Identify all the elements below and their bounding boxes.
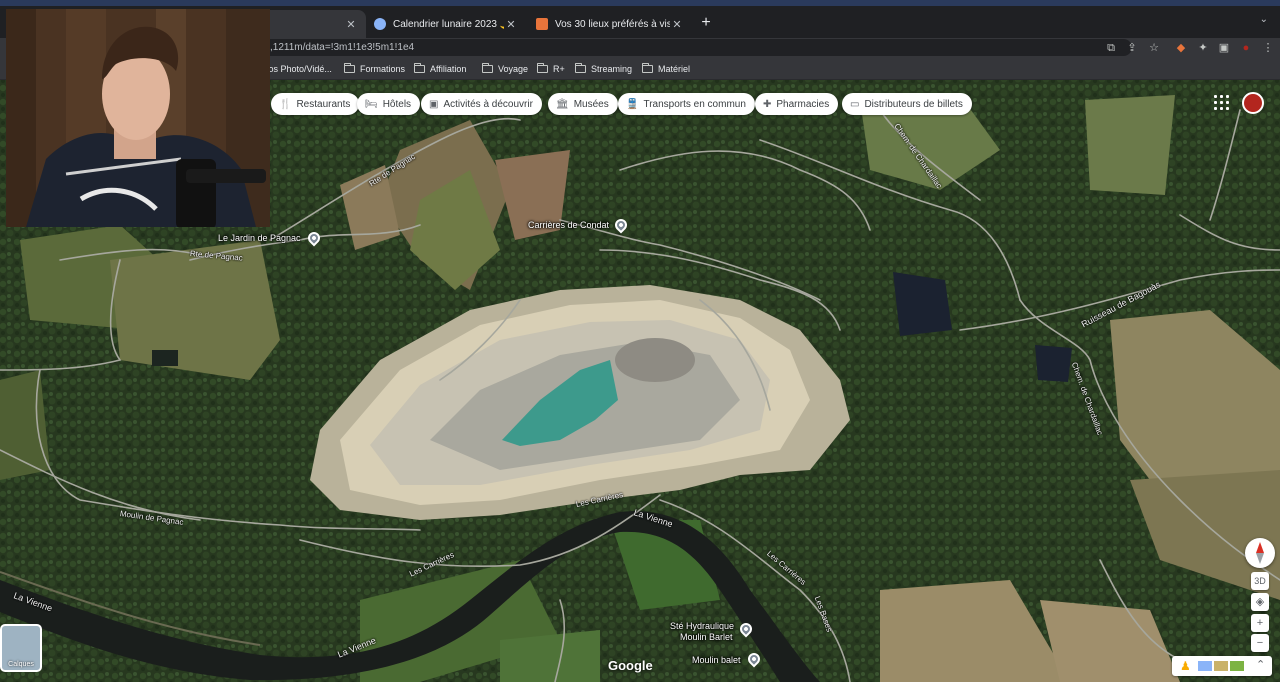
my-location-button[interactable]: ◈ — [1251, 593, 1269, 611]
close-tab-icon[interactable]: ✕ — [504, 18, 518, 31]
place-label-ste-hydraulique[interactable]: Sté Hydraulique — [670, 621, 734, 631]
layers-label: Calques — [8, 661, 34, 668]
quarry-mound — [615, 338, 695, 382]
site-favicon-icon — [536, 18, 548, 30]
bookmark-label: tos Photo/Vidé... — [266, 64, 332, 74]
chip-atms[interactable]: ▭ Distributeurs de billets — [842, 93, 972, 115]
layers-button[interactable]: Calques — [0, 624, 42, 672]
profile-avatar-icon[interactable]: ● — [1238, 40, 1254, 56]
chip-pharmacies[interactable]: ✚ Pharmacies — [755, 93, 839, 115]
museum-icon: 🏛 — [556, 98, 569, 110]
webcam-overlay — [6, 9, 270, 227]
install-app-icon[interactable]: ⧉ — [1103, 40, 1119, 56]
activities-icon: ▣ — [429, 98, 439, 110]
share-icon[interactable]: ⇪ — [1124, 40, 1140, 56]
bookmark-label: Formations — [360, 64, 406, 74]
expand-icon[interactable]: ⌃ — [1256, 658, 1265, 671]
chip-label: Restaurants — [296, 98, 351, 110]
bookmark-folder-streaming[interactable]: Streaming — [574, 61, 633, 77]
folder-icon — [641, 63, 653, 73]
view-3d-button[interactable]: 3D — [1251, 572, 1269, 590]
folder-icon — [536, 63, 548, 73]
pharmacy-icon: ✚ — [763, 98, 772, 110]
bookmark-label: Matériel — [658, 64, 691, 74]
chip-hotels[interactable]: 🛏 Hôtels — [357, 93, 421, 115]
satellite-thumb-icon[interactable] — [1230, 661, 1244, 671]
bookmark-label: Voyage — [498, 64, 529, 74]
google-logo: Google — [608, 658, 653, 673]
place-label-moulin-balet[interactable]: Moulin balet — [692, 655, 741, 665]
pond — [893, 272, 952, 336]
new-tab-button[interactable]: + — [697, 14, 715, 32]
place-label-moulin-barlet[interactable]: Moulin Barlet — [680, 632, 733, 642]
chip-label: Pharmacies — [776, 98, 830, 110]
bookmark-folder-rplus[interactable]: R+ — [536, 61, 565, 77]
bookmark-folder-voyage[interactable]: Voyage — [481, 61, 529, 77]
folder-icon — [413, 63, 425, 73]
terrain-thumb-icon[interactable] — [1214, 661, 1228, 671]
os-top-bar — [0, 0, 1280, 6]
bookmark-folder-affiliation[interactable]: Affiliation — [413, 61, 467, 77]
tab-lieux[interactable]: Vos 30 lieux préférés à visiter ✕ — [528, 10, 692, 38]
place-label-jardin[interactable]: Le Jardin de Pagnac — [218, 233, 301, 243]
chip-label: Musées — [573, 98, 609, 110]
folder-icon — [343, 63, 355, 73]
compass-icon[interactable] — [1245, 538, 1275, 568]
folder-icon — [481, 63, 493, 73]
field — [1085, 95, 1175, 195]
globe-icon — [374, 18, 386, 30]
hotel-icon: 🛏 — [365, 98, 378, 110]
account-avatar[interactable] — [1242, 92, 1264, 114]
close-tab-icon[interactable]: ✕ — [344, 18, 358, 31]
pond — [152, 350, 178, 366]
crosshair-icon: ◈ — [1255, 596, 1265, 608]
pegman-icon[interactable]: ♟ — [1180, 659, 1191, 673]
extensions-puzzle-icon[interactable]: ✦ — [1195, 40, 1211, 56]
chip-label: Hôtels — [382, 98, 412, 110]
menu-kebab-icon[interactable]: ⋮ — [1260, 40, 1276, 56]
browser-window: 🍴 Restaurants 🛏 Hôtels ▣ Activités à découv… — [0, 0, 1280, 682]
chip-activities[interactable]: ▣ Activités à découvrir — [421, 93, 542, 115]
restaurant-icon: 🍴 — [279, 98, 292, 110]
bookmark-folder-materiel[interactable]: Matériel — [641, 61, 691, 77]
chip-transit[interactable]: 🚆 Transports en commun — [618, 93, 755, 115]
chip-label: Activités à découvrir — [443, 98, 533, 110]
bookmark-label: R+ — [553, 64, 565, 74]
tab-title: Calendrier lunaire 2023 🌙 à c — [393, 18, 504, 30]
bookmark-star-icon[interactable]: ☆ — [1146, 40, 1162, 56]
street-view-thumb-icon[interactable] — [1198, 661, 1212, 671]
side-panel-icon[interactable]: ▣ — [1216, 40, 1232, 56]
chip-label: Distributeurs de billets — [864, 98, 963, 110]
tab-calendrier[interactable]: Calendrier lunaire 2023 🌙 à c ✕ — [366, 10, 526, 38]
zoom-in-button[interactable]: + — [1251, 614, 1269, 632]
address-bar[interactable]: ,1211m/data=!3m1!1e3!5m1!1e4 — [262, 39, 1132, 56]
google-apps-icon[interactable] — [1213, 94, 1231, 112]
bookmark-label: Affiliation — [430, 64, 467, 74]
place-label-carrieres[interactable]: Carrières de Condat — [528, 220, 609, 230]
folder-icon — [574, 63, 586, 73]
chip-restaurants[interactable]: 🍴 Restaurants — [271, 93, 360, 115]
pond — [1035, 345, 1072, 382]
bottom-controls-strip[interactable]: ♟ ⌃ — [1172, 656, 1272, 676]
chip-museums[interactable]: 🏛 Musées — [548, 93, 618, 115]
bookmark-photo-video[interactable]: tos Photo/Vidé... — [266, 61, 332, 77]
bookmark-label: Streaming — [591, 64, 633, 74]
extension-fox-icon[interactable]: ◆ — [1173, 40, 1189, 56]
field — [110, 240, 280, 380]
close-tab-icon[interactable]: ✕ — [670, 18, 684, 31]
zoom-out-button[interactable]: − — [1251, 634, 1269, 652]
bookmark-folder-formations[interactable]: Formations — [343, 61, 406, 77]
atm-icon: ▭ — [850, 98, 860, 110]
tab-search-chevron-icon[interactable]: ⌄ — [1260, 14, 1268, 25]
tab-title: Vos 30 lieux préférés à visiter — [555, 18, 670, 30]
transit-icon: 🚆 — [626, 98, 639, 110]
chip-label: Transports en commun — [643, 98, 746, 110]
